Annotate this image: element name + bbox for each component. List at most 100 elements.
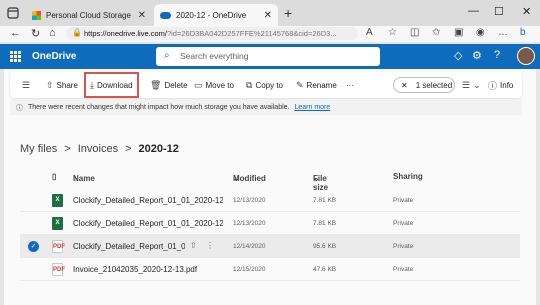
search-icon: ⌕ [164, 50, 170, 61]
notice-text: There were recent changes that might imp… [28, 104, 290, 111]
file-sharing: Private [393, 197, 414, 204]
folder-move-icon: ▭ [194, 79, 203, 90]
rename-button[interactable]: ✎ Rename [296, 78, 337, 92]
close-tab-icon[interactable]: ✕ [138, 10, 146, 21]
view-options-button[interactable]: ☰ ⌄ [462, 78, 481, 92]
file-modified: 12/13/2020 [233, 197, 266, 204]
url-field[interactable]: 🔒 https://onedrive.live.com/?id=26D3BA04… [66, 27, 358, 40]
file-size: 7.81 KB [313, 220, 337, 227]
file-size: 7.81 KB [313, 197, 337, 204]
breadcrumb-invoices[interactable]: Invoices [78, 143, 118, 155]
file-type-header-icon[interactable]: ▯ [52, 172, 56, 181]
close-window-button[interactable]: ✕ [522, 5, 531, 18]
search-input[interactable]: ⌕ Search everything [156, 47, 380, 66]
file-sharing: Private [393, 266, 414, 273]
read-aloud-icon[interactable]: A [366, 27, 373, 38]
file-name[interactable]: Clockify_Detailed_Report_01_01_2020-12_3… [73, 219, 223, 228]
sort-arrow-icon: ↑ [73, 174, 77, 183]
breadcrumb-separator: > [125, 143, 132, 155]
share-icon: ⇧ [46, 79, 54, 90]
home-icon[interactable]: ⌂ [49, 27, 56, 39]
table-row[interactable]: X Clockify_Detailed_Report_01_01_2020-12… [20, 212, 520, 235]
file-sharing: Private [393, 243, 414, 250]
selection-pill[interactable]: ✕ 1 selected [393, 77, 455, 93]
file-sharing: Private [393, 220, 414, 227]
file-name[interactable]: Clockify_Detailed_Report_01_01_2020-12_3… [73, 196, 223, 205]
premium-diamond-icon[interactable]: ◇ [454, 49, 462, 62]
table-row-selected[interactable]: ✓ PDF Clockify_Detailed_Report_01_0... ⇧… [20, 235, 520, 258]
refresh-icon[interactable]: ↻ [31, 27, 40, 40]
trash-icon: 🗑 [150, 79, 162, 90]
minimize-button[interactable]: — [468, 5, 479, 17]
download-icon: ⤓ [90, 79, 94, 90]
excel-file-icon: X [52, 194, 63, 207]
share-button[interactable]: ⇧ Share [46, 78, 78, 92]
share-row-icon[interactable]: ⇧ [190, 241, 197, 250]
list-view-icon: ☰ [462, 79, 471, 90]
more-options-icon[interactable]: … [498, 27, 508, 38]
table-row[interactable]: PDF Invoice_21042035_2020-12-13.pdf 12/1… [20, 258, 520, 281]
new-tab-button[interactable]: + [284, 5, 292, 21]
learn-more-link[interactable]: Learn more [294, 104, 330, 111]
rename-icon: ✎ [296, 79, 304, 90]
search-placeholder: Search everything [180, 51, 249, 61]
download-label: Download [96, 80, 133, 90]
delete-button[interactable]: 🗑 Delete [150, 78, 188, 92]
lock-icon: 🔒 [72, 28, 82, 37]
checkmark-icon[interactable]: ✓ [28, 241, 39, 252]
copilot-icon[interactable]: b [520, 27, 526, 38]
more-actions-button[interactable]: ··· [346, 78, 354, 92]
app-title[interactable]: OneDrive [32, 51, 76, 62]
menu-hamburger-icon[interactable]: ☰ [22, 78, 30, 92]
clear-selection-icon[interactable]: ✕ [401, 81, 408, 90]
avatar[interactable] [517, 47, 535, 65]
copy-to-label: Copy to [255, 80, 284, 90]
move-to-button[interactable]: ▭ Move to [194, 78, 234, 92]
table-row[interactable]: X Clockify_Detailed_Report_01_01_2020-12… [20, 189, 520, 212]
copy-icon: ⧉ [246, 79, 253, 90]
split-screen-icon[interactable]: ◫ [410, 27, 419, 38]
file-modified: 12/14/2020 [233, 243, 266, 250]
close-tab-icon[interactable]: ✕ [264, 10, 272, 21]
selected-count: 1 selected [415, 80, 453, 90]
url-path: ?id=26D3BA042D257FFE%21145768&cid=26D3..… [166, 29, 337, 38]
file-size: 47.6 KB [313, 266, 337, 273]
copy-to-button[interactable]: ⧉ Copy to [246, 78, 283, 92]
storage-notice: ⓘ There were recent changes that might i… [10, 100, 522, 115]
collections-icon[interactable]: ▣ [454, 27, 463, 38]
app-launcher-icon[interactable] [10, 51, 21, 62]
pdf-file-icon: PDF [52, 263, 65, 276]
info-icon: ⓘ [488, 80, 498, 91]
move-to-label: Move to [205, 80, 234, 90]
file-name[interactable]: Clockify_Detailed_Report_01_0... [73, 242, 185, 251]
excel-file-icon: X [52, 217, 63, 230]
chevron-down-icon: ⌄ [233, 174, 240, 183]
back-arrow-icon[interactable]: ← [10, 27, 21, 39]
info-button[interactable]: ⓘ Info [488, 78, 513, 92]
tab-label: Personal Cloud Storage – Micros [46, 10, 133, 20]
tab-actions-icon[interactable] [6, 6, 20, 20]
share-label: Share [56, 80, 78, 90]
more-row-icon[interactable]: ⋮ [206, 241, 214, 250]
breadcrumb-my-files[interactable]: My files [20, 143, 57, 155]
column-header-sharing[interactable]: Sharing [393, 172, 423, 181]
breadcrumb-current: 2020-12 [138, 143, 179, 155]
browser-tab-onedrive[interactable]: 2020-12 - OneDrive ✕ [154, 4, 278, 26]
pdf-file-icon: PDF [52, 240, 65, 253]
tab-label: 2020-12 - OneDrive [176, 10, 247, 20]
onedrive-cloud-icon [160, 11, 171, 19]
favorites-icon[interactable]: ✩ [432, 27, 440, 38]
settings-gear-icon[interactable]: ⚙ [472, 49, 482, 62]
tab-favicon-icon [32, 10, 41, 20]
maximize-button[interactable]: ☐ [494, 5, 504, 18]
address-bar: ← ↻ ⌂ 🔒 https://onedrive.live.com/?id=26… [0, 26, 540, 42]
profile-icon[interactable]: ◉ [476, 27, 485, 38]
browser-tab-storage[interactable]: Personal Cloud Storage – Micros ✕ [26, 4, 152, 26]
onedrive-header: OneDrive ⌕ Search everything ◇ ⚙ ? [0, 44, 540, 69]
help-icon[interactable]: ? [494, 49, 500, 61]
download-button[interactable]: ⤓ Download [84, 72, 139, 98]
info-icon: ⓘ [16, 104, 23, 112]
favorite-star-icon[interactable]: ☆ [388, 27, 397, 38]
file-name[interactable]: Invoice_21042035_2020-12-13.pdf [73, 265, 223, 274]
browser-tab-bar: Personal Cloud Storage – Micros ✕ 2020-1… [0, 0, 540, 26]
